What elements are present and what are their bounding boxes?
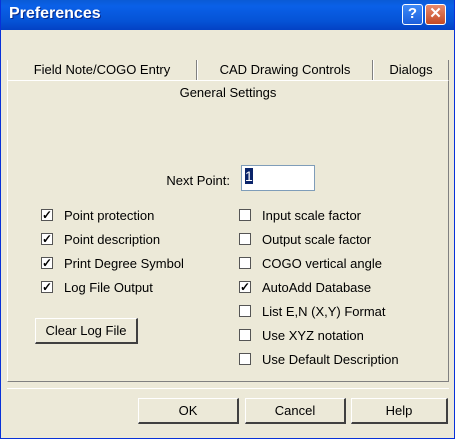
checkbox-box[interactable] bbox=[239, 233, 251, 245]
preferences-dialog: Preferences ? ✕ Field Note/COGO Entry CA… bbox=[0, 0, 455, 439]
checkbox-label: Use Default Description bbox=[262, 352, 399, 367]
checkbox-box[interactable] bbox=[239, 329, 251, 341]
help-question-icon[interactable]: ? bbox=[402, 4, 423, 25]
checkbox-use-default-description[interactable]: Use Default Description bbox=[239, 352, 439, 368]
tab-strip: Field Note/COGO Entry CAD Drawing Contro… bbox=[1, 60, 454, 80]
ok-button[interactable]: OK bbox=[138, 398, 239, 424]
tab-dialogs[interactable]: Dialogs bbox=[373, 60, 449, 80]
checkbox-print-degree-symbol[interactable]: ✓ Print Degree Symbol bbox=[41, 256, 211, 272]
close-icon[interactable]: ✕ bbox=[425, 4, 446, 25]
window-title: Preferences bbox=[9, 5, 101, 22]
checkbox-box[interactable]: ✓ bbox=[41, 233, 53, 245]
checkbox-box[interactable] bbox=[239, 257, 251, 269]
panel-title: General Settings bbox=[179, 85, 277, 100]
checkbox-label: Use XYZ notation bbox=[262, 328, 364, 343]
checkbox-list-en-xy-format[interactable]: List E,N (X,Y) Format bbox=[239, 304, 439, 320]
checkbox-box[interactable]: ✓ bbox=[41, 257, 53, 269]
checkbox-box[interactable] bbox=[239, 209, 251, 221]
checkbox-box[interactable]: ✓ bbox=[41, 209, 53, 221]
checkbox-output-scale-factor[interactable]: Output scale factor bbox=[239, 232, 439, 248]
checkbox-label: AutoAdd Database bbox=[262, 280, 372, 295]
checkbox-box[interactable] bbox=[239, 353, 251, 365]
checkbox-label: Input scale factor bbox=[262, 208, 361, 223]
checkbox-use-xyz-notation[interactable]: Use XYZ notation bbox=[239, 328, 439, 344]
help-button[interactable]: Help bbox=[351, 398, 448, 424]
checkbox-box[interactable]: ✓ bbox=[239, 281, 251, 293]
checkbox-label: COGO vertical angle bbox=[262, 256, 382, 271]
checkbox-label: Output scale factor bbox=[262, 232, 372, 247]
next-point-input[interactable]: 1 bbox=[241, 165, 315, 191]
checkbox-autoadd-database[interactable]: ✓ AutoAdd Database bbox=[239, 280, 439, 296]
checkbox-label: Point protection bbox=[64, 208, 155, 223]
footer-divider bbox=[7, 388, 449, 389]
next-point-label: Next Point: bbox=[166, 173, 230, 188]
checkbox-label: Point description bbox=[64, 232, 161, 247]
next-point-value: 1 bbox=[245, 168, 253, 184]
checkbox-box[interactable]: ✓ bbox=[41, 281, 53, 293]
checkbox-input-scale-factor[interactable]: Input scale factor bbox=[239, 208, 439, 224]
tab-cad-drawing-controls[interactable]: CAD Drawing Controls bbox=[197, 60, 373, 80]
checkbox-point-description[interactable]: ✓ Point description bbox=[41, 232, 211, 248]
checkbox-log-file-output[interactable]: ✓ Log File Output bbox=[41, 280, 211, 296]
cancel-button[interactable]: Cancel bbox=[245, 398, 346, 424]
tab-field-note-cogo-entry[interactable]: Field Note/COGO Entry bbox=[7, 60, 197, 80]
clear-log-file-button[interactable]: Clear Log File bbox=[35, 318, 138, 344]
checkbox-cogo-vertical-angle[interactable]: COGO vertical angle bbox=[239, 256, 439, 272]
checkbox-box[interactable] bbox=[239, 305, 251, 317]
checkbox-point-protection[interactable]: ✓ Point protection bbox=[41, 208, 211, 224]
checkbox-label: Log File Output bbox=[64, 280, 153, 295]
title-bar[interactable]: Preferences ? ✕ bbox=[1, 0, 454, 30]
checkbox-label: Print Degree Symbol bbox=[64, 256, 184, 271]
checkbox-label: List E,N (X,Y) Format bbox=[262, 304, 386, 319]
